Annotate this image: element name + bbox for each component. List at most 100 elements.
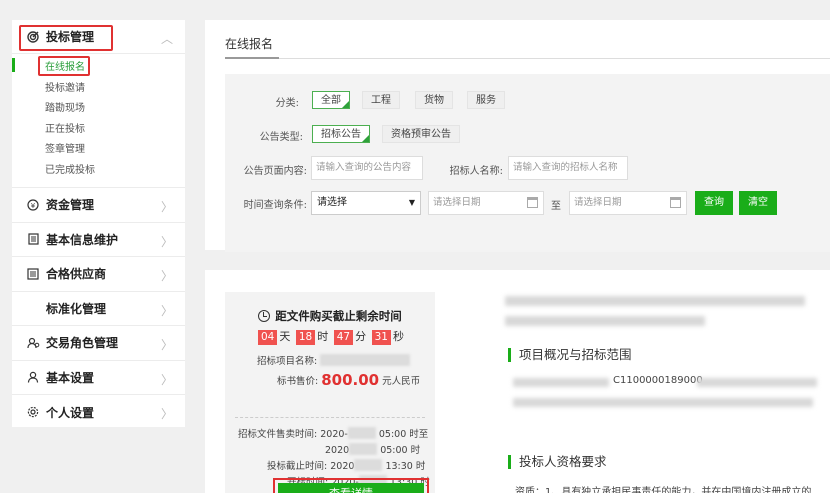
sidebar-item-standardization[interactable]: 标准化管理 〉 xyxy=(12,292,185,326)
view-details-button[interactable]: 查看详情 xyxy=(278,483,424,493)
list-icon xyxy=(26,267,40,281)
user-icon xyxy=(26,370,40,384)
sidebar-item-basic-info[interactable]: 基本信息维护 〉 xyxy=(12,223,185,257)
deadline-time: 13:30 时 xyxy=(385,461,426,472)
highlight-box: 查看详情 xyxy=(273,478,429,493)
sidebar-item-bid-management[interactable]: 投标管理 ︿ xyxy=(12,20,185,54)
chevron-right-icon: 〉 xyxy=(160,269,173,283)
category-all[interactable]: 全部 xyxy=(312,91,350,109)
content-input[interactable]: 请输入查询的公告内容 xyxy=(311,156,423,180)
notice-type-prequalification[interactable]: 资格预审公告 xyxy=(382,125,460,143)
tenderer-label: 招标人名称: xyxy=(449,166,503,177)
project-code-fragment: C1100000189000 xyxy=(613,375,703,386)
sale-end-row: 2020 05:00 时 xyxy=(325,442,420,456)
sub-item-bidding[interactable]: 正在投标 xyxy=(12,120,185,141)
countdown-title-text: 距文件购买截止剩余时间 xyxy=(275,309,402,323)
sidebar-item-label: 合格供应商 xyxy=(46,267,107,282)
price-unit: 元人民币 xyxy=(382,376,421,387)
tenderer-input[interactable]: 请输入查询的招标人名称 xyxy=(508,156,628,180)
price-row: 标书售价: 800.00 元人民币 xyxy=(277,371,420,389)
notice-type-label: 公告类型: xyxy=(259,132,303,143)
countdown-timer: 04 天 18 时 47 分 31 秒 xyxy=(225,328,435,345)
hours-unit: 时 xyxy=(317,330,329,343)
yen-icon: ¥ xyxy=(26,198,40,212)
sidebar-item-label: 个人设置 xyxy=(46,405,95,420)
calendar-icon xyxy=(527,197,538,208)
deadline-row: 投标截止时间: 2020 13:30 时 xyxy=(267,458,425,472)
chevron-right-icon: 〉 xyxy=(160,372,173,387)
clock-icon xyxy=(258,310,271,322)
project-name-row: 招标项目名称: xyxy=(257,353,411,367)
search-panel: 在线报名 分类: 全部 工程 货物 服务 公告类型: 招标公告 资格预审公告 公… xyxy=(205,20,830,252)
sub-item-bid-invitation[interactable]: 投标邀请 xyxy=(12,79,185,100)
tab-active-underline xyxy=(225,57,279,59)
users-icon xyxy=(26,336,40,350)
sub-item-site-survey[interactable]: 踏勘现场 xyxy=(12,99,185,120)
calendar-icon xyxy=(670,197,681,208)
redacted-project-name xyxy=(320,354,411,366)
sidebar-submenu: 在线报名 投标邀请 踏勘现场 正在投标 签章管理 已完成投标 xyxy=(12,54,185,188)
price-label: 标书售价: xyxy=(277,376,319,387)
sub-item-completed[interactable]: 已完成投标 xyxy=(12,161,185,182)
svg-text:¥: ¥ xyxy=(31,202,36,210)
redacted-text xyxy=(513,378,609,387)
sidebar-item-personal-settings[interactable]: 个人设置 〉 xyxy=(12,395,185,430)
countdown-card: 距文件购买截止剩余时间 04 天 18 时 47 分 31 秒 招标项目名称: 标书售价… xyxy=(225,292,435,493)
chevron-right-icon: 〉 xyxy=(160,407,173,421)
search-form: 分类: 全部 工程 货物 服务 公告类型: 招标公告 资格预审公告 公告页面内容… xyxy=(225,74,830,252)
redacted-date xyxy=(349,443,378,455)
highlight-box xyxy=(19,25,113,51)
redacted-date xyxy=(347,427,376,439)
category-services[interactable]: 服务 xyxy=(467,91,505,109)
redacted-text xyxy=(513,398,813,407)
sidebar-item-label: 基本信息维护 xyxy=(46,232,119,247)
time-label: 时间查询条件: xyxy=(243,200,307,211)
deadline-year: 2020 xyxy=(330,461,355,472)
overview-section-title: 项目概况与招标范围 xyxy=(508,348,632,362)
redacted-text xyxy=(697,378,817,387)
clear-button[interactable]: 清空 xyxy=(739,191,777,215)
end-date-input[interactable]: 请选择日期 xyxy=(569,191,687,215)
project-detail-panel: 距文件购买截止剩余时间 04 天 18 时 47 分 31 秒 招标项目名称: 标书售价… xyxy=(205,270,830,493)
sidebar: 投标管理 ︿ 在线报名 投标邀请 踏勘现场 正在投标 签章管理 已完成投标 ¥ … xyxy=(12,20,185,427)
days-unit: 天 xyxy=(279,330,291,343)
document-icon xyxy=(26,232,40,246)
project-name-label: 招标项目名称: xyxy=(257,356,318,367)
sidebar-item-trade-roles[interactable]: 交易角色管理 〉 xyxy=(12,326,185,361)
chevron-right-icon: 〉 xyxy=(160,303,173,318)
chevron-up-icon[interactable]: ︿ xyxy=(161,30,173,47)
tab-online-registration[interactable]: 在线报名 xyxy=(225,35,273,52)
sale-time-label: 招标文件售卖时间: xyxy=(238,429,318,440)
redacted-project-title xyxy=(505,316,705,326)
redacted-project-title xyxy=(505,296,805,306)
sale-time-row: 招标文件售卖时间: 2020- 05:00 时至 xyxy=(238,426,428,440)
deadline-label: 投标截止时间: xyxy=(267,461,328,472)
sale-end-time: 05:00 时 xyxy=(380,445,421,456)
highlight-box xyxy=(38,56,90,76)
sidebar-item-label: 交易角色管理 xyxy=(46,336,119,351)
tab-divider xyxy=(225,58,830,59)
category-goods[interactable]: 货物 xyxy=(415,91,453,109)
sale-start-year: 2020- xyxy=(320,429,348,440)
chevron-right-icon: 〉 xyxy=(160,338,173,352)
start-date-placeholder: 请选择日期 xyxy=(433,197,481,208)
category-label: 分类: xyxy=(275,98,299,109)
redacted-date xyxy=(354,459,383,471)
sub-item-signature[interactable]: 签章管理 xyxy=(12,140,185,161)
dropdown-arrow-icon: ▼ xyxy=(408,198,415,207)
sidebar-item-funds[interactable]: ¥ 资金管理 〉 xyxy=(12,188,185,223)
time-select[interactable]: 请选择 ▼ xyxy=(311,191,421,215)
sidebar-item-qualified-suppliers[interactable]: 合格供应商 〉 xyxy=(12,257,185,292)
query-button[interactable]: 查询 xyxy=(695,191,733,215)
chevron-right-icon: 〉 xyxy=(160,200,173,214)
qualification-text: 资质：1、具有独立承担民事责任的能力，并在中国境内注册成立的 xyxy=(515,487,812,493)
minutes-unit: 分 xyxy=(355,330,367,343)
end-date-placeholder: 请选择日期 xyxy=(574,197,622,208)
content-label: 公告页面内容: xyxy=(243,166,307,177)
time-select-value: 请选择 xyxy=(317,197,347,208)
sidebar-item-label: 基本设置 xyxy=(46,370,95,385)
sidebar-item-basic-settings[interactable]: 基本设置 〉 xyxy=(12,361,185,395)
notice-type-tender[interactable]: 招标公告 xyxy=(312,125,370,143)
start-date-input[interactable]: 请选择日期 xyxy=(428,191,544,215)
category-engineering[interactable]: 工程 xyxy=(362,91,400,109)
